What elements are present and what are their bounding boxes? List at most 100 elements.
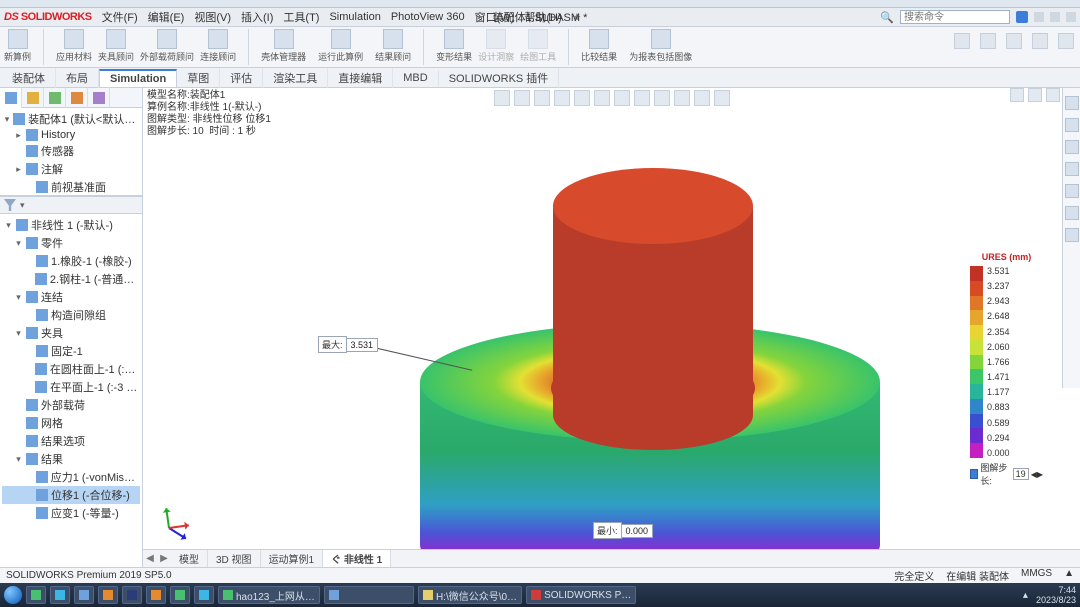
taskpane-resources-icon[interactable]: [1065, 96, 1079, 110]
fm-tab-dim[interactable]: [66, 88, 88, 108]
viewport-split-icon[interactable]: [1010, 88, 1024, 102]
tree-mesh[interactable]: 网格: [2, 414, 140, 432]
tree-front-plane[interactable]: 前视基准面: [2, 178, 140, 196]
ribbon-fixture[interactable]: 夹具顾问: [98, 29, 134, 63]
tab-layout[interactable]: 布局: [56, 68, 99, 88]
taskbar-window[interactable]: [324, 586, 414, 604]
menu-photoview[interactable]: PhotoView 360: [391, 11, 465, 23]
fm-tab-design-tree[interactable]: [0, 88, 22, 108]
view-section-icon[interactable]: [534, 90, 550, 106]
tree-parts[interactable]: ▾零件: [2, 234, 140, 252]
status-units[interactable]: MMGS: [1021, 568, 1052, 583]
tree-result-strain[interactable]: 应变1 (-等量-): [2, 504, 140, 522]
taskbar-app[interactable]: [194, 586, 214, 604]
ribbon-deform[interactable]: 变形结果: [436, 29, 472, 63]
legend-step-value[interactable]: 19: [1013, 468, 1029, 480]
fm-tab-display[interactable]: [88, 88, 110, 108]
tree-result-displacement[interactable]: 位移1 (-合位移-): [2, 486, 140, 504]
tab-evaluate[interactable]: 评估: [220, 68, 263, 88]
viewport-max-icon[interactable]: [1046, 88, 1060, 102]
tree-fixtures[interactable]: ▾夹具: [2, 324, 140, 342]
taskbar-app[interactable]: [122, 586, 142, 604]
tree-part-steel[interactable]: 2.钢柱-1 (-普通碳钢-): [2, 270, 140, 288]
maximize-button[interactable]: [1050, 12, 1060, 22]
viewtab-motion1[interactable]: 运动算例1: [261, 550, 324, 567]
tree-fixture-fixed[interactable]: 固定-1: [2, 342, 140, 360]
color-legend[interactable]: URES (mm) 3.5313.2372.9432.6482.3542.060…: [970, 252, 1043, 487]
filter-bar[interactable]: ▾: [0, 196, 142, 214]
ribbon-tool-icon[interactable]: [980, 33, 996, 49]
minimize-button[interactable]: [1034, 12, 1044, 22]
tabs-next-icon[interactable]: ▶: [157, 553, 171, 564]
tab-simulation[interactable]: Simulation: [99, 69, 177, 87]
tree-fixture-cyl[interactable]: 在圆柱面上-1 (:克曲:): [2, 360, 140, 378]
ribbon-results[interactable]: 结果顾问: [375, 29, 411, 63]
ribbon-apply-material[interactable]: 应用材料: [56, 29, 92, 63]
view-zoom-icon[interactable]: [494, 90, 510, 106]
fm-tab-config[interactable]: [44, 88, 66, 108]
tree-connections[interactable]: ▾连结: [2, 288, 140, 306]
taskpane-custom-props-icon[interactable]: [1065, 206, 1079, 220]
taskbar-window-solidworks[interactable]: SOLIDWORKS P…: [526, 586, 636, 604]
tab-mbd[interactable]: MBD: [393, 70, 438, 86]
tab-addins[interactable]: SOLIDWORKS 插件: [439, 68, 560, 88]
taskpane-view-palette-icon[interactable]: [1065, 162, 1079, 176]
view-more-icon[interactable]: [694, 90, 710, 106]
view-appearance-icon[interactable]: [634, 90, 650, 106]
callout-min[interactable]: 最小:0.000: [593, 522, 653, 539]
ribbon-tool-icon[interactable]: [954, 33, 970, 49]
command-search-input[interactable]: [900, 10, 1010, 24]
tab-sketch[interactable]: 草图: [177, 68, 220, 88]
tree-result-stress[interactable]: 应力1 (-vonMises-): [2, 468, 140, 486]
taskpane-forum-icon[interactable]: [1065, 228, 1079, 242]
tree-root[interactable]: ▾装配体1 (默认<默认_显示状态-1>): [2, 110, 140, 128]
viewtab-model[interactable]: 模型: [171, 550, 208, 567]
ribbon-tool-icon[interactable]: [1006, 33, 1022, 49]
ribbon-tool-icon[interactable]: [1058, 33, 1074, 49]
tab-direct-edit[interactable]: 直接编辑: [328, 68, 393, 88]
taskpane-appearances-icon[interactable]: [1065, 184, 1079, 198]
system-clock[interactable]: 7:442023/8/23: [1036, 585, 1076, 605]
graphics-viewport[interactable]: 模型名称:装配体1 算例名称:非线性 1(-默认-) 图解类型: 非线性位移 位…: [143, 88, 1080, 567]
taskbar-app[interactable]: [74, 586, 94, 604]
view-setting-icon[interactable]: [654, 90, 670, 106]
view-display-icon[interactable]: [574, 90, 590, 106]
close-button[interactable]: [1066, 12, 1076, 22]
orientation-triad[interactable]: [153, 499, 197, 543]
help-icon[interactable]: [1016, 11, 1028, 23]
view-orient-icon[interactable]: [554, 90, 570, 106]
legend-step-icon[interactable]: [970, 469, 978, 479]
menu-tools[interactable]: 工具(T): [283, 9, 319, 25]
menu-insert[interactable]: 插入(I): [241, 9, 273, 25]
tree-sensors[interactable]: 传感器: [2, 142, 140, 160]
viewtab-nonlinear1[interactable]: ぐ 非线性 1: [323, 550, 391, 567]
taskbar-app[interactable]: [26, 586, 46, 604]
tabs-prev-icon[interactable]: ◀: [143, 553, 157, 564]
viewtab-3dview[interactable]: 3D 视图: [208, 550, 261, 567]
ribbon-shell[interactable]: 壳体管理器: [261, 29, 306, 63]
view-hide-icon[interactable]: [614, 90, 630, 106]
tab-render[interactable]: 渲染工具: [263, 68, 328, 88]
ribbon-tool-icon[interactable]: [1032, 33, 1048, 49]
tree-result-options[interactable]: 结果选项: [2, 432, 140, 450]
taskpane-file-explorer-icon[interactable]: [1065, 140, 1079, 154]
tree-annotations[interactable]: ▸注解: [2, 160, 140, 178]
ribbon-connection[interactable]: 连接顾问: [200, 29, 236, 63]
tree-part-rubber[interactable]: 1.橡胶-1 (-橡胶-): [2, 252, 140, 270]
tree-contact-set[interactable]: 构造间隙组: [2, 306, 140, 324]
taskbar-window-hao123[interactable]: hao123_上网从…: [218, 586, 320, 604]
viewport-min-icon[interactable]: [1028, 88, 1042, 102]
menu-simulation[interactable]: Simulation: [329, 11, 380, 23]
taskbar-app[interactable]: [146, 586, 166, 604]
taskbar-window-explorer[interactable]: H:\微信公众号\0…: [418, 586, 522, 604]
start-button[interactable]: [4, 586, 22, 604]
tree-history[interactable]: ▸History: [2, 128, 140, 142]
status-chevron-icon[interactable]: ▲: [1064, 568, 1074, 583]
ribbon-run[interactable]: 运行此算例: [318, 29, 363, 63]
ribbon-report[interactable]: 为报表包括图像: [629, 29, 692, 63]
study-root[interactable]: ▾非线性 1 (-默认-): [2, 216, 140, 234]
menu-file[interactable]: 文件(F): [102, 9, 138, 25]
ribbon-compare[interactable]: 比较结果: [581, 29, 617, 63]
menu-view[interactable]: 视图(V): [194, 9, 231, 25]
taskbar-app[interactable]: [98, 586, 118, 604]
